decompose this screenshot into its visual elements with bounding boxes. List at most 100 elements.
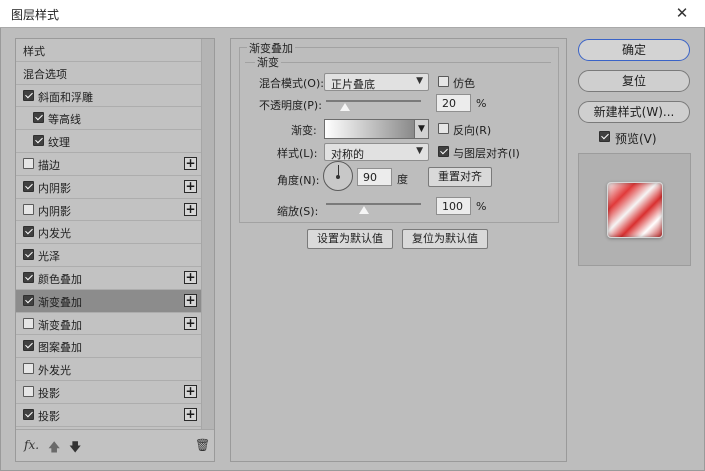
style-enable-checkbox[interactable] [33,135,44,147]
gradient-swatch[interactable] [324,119,415,139]
gradient-label: 渐变: [291,124,317,137]
angle-unit: 度 [397,173,408,186]
style-select[interactable]: 对称的 ▼ [324,143,429,161]
group-divider [245,62,551,63]
set-default-button[interactable]: 设置为默认值 [307,229,393,249]
style-list-item[interactable]: 样式 [16,39,202,62]
blend-mode-label: 混合模式(O): [259,77,324,90]
preview-checkbox[interactable] [599,131,610,142]
add-instance-icon[interactable]: + [184,385,197,398]
style-enable-checkbox[interactable] [33,112,44,124]
dialog-body: 样式 混合选项 斜面和浮雕 等高线 纹理 描边 + 内阴影 + 内阴影 + 内发光 光泽 颜色叠加 + 渐变叠… [0,28,705,471]
angle-center-dot [336,175,340,179]
add-instance-icon[interactable]: + [184,316,197,330]
style-list-item-label: 颜色叠加 [38,273,82,286]
scale-slider[interactable] [326,202,421,215]
style-enable-checkbox[interactable] [23,340,34,352]
style-list-item[interactable]: 纹理 [16,130,202,153]
scale-label: 缩放(S): [277,205,319,218]
style-list-item[interactable]: 等高线 [16,107,202,131]
add-instance-icon[interactable]: + [184,179,197,193]
style-list-item[interactable]: 混合选项 [16,62,202,85]
reset-default-button[interactable]: 复位为默认值 [402,229,488,249]
blend-mode-select[interactable]: 正片叠底 ▼ [324,73,429,91]
fx-icon[interactable]: fx. [24,438,39,452]
dither-checkbox[interactable] [438,76,449,87]
style-enable-checkbox[interactable] [23,89,34,101]
align-with-layer-checkbox[interactable] [438,146,449,157]
style-list-item[interactable]: 斜面和浮雕 [16,85,202,108]
style-list-item[interactable]: 图案叠加 [16,335,202,359]
trash-icon[interactable]: 🗑 [195,438,210,452]
style-enable-checkbox[interactable] [23,180,34,192]
style-enable-checkbox[interactable] [23,317,34,329]
scale-input[interactable]: 100 [436,197,471,215]
style-enable-checkbox[interactable] [23,203,34,215]
opacity-input[interactable]: 20 [436,94,471,112]
preview-label: 预览(V) [615,132,657,146]
style-list-item[interactable]: 投影 + [16,381,202,404]
add-instance-icon[interactable]: + [184,271,197,284]
window-title: 图层样式 [11,8,60,22]
style-list-item-label: 混合选项 [23,67,67,81]
style-label: 样式(L): [277,147,318,160]
style-enable-checkbox[interactable] [23,158,34,169]
preview-thumbnail [607,182,663,238]
gradient-picker-chevron-icon[interactable]: ▼ [415,119,429,139]
move-up-icon[interactable]: 🡅 [48,438,60,459]
style-list-item-label: 图案叠加 [38,341,82,355]
chevron-down-icon: ▼ [416,76,423,86]
reset-button[interactable]: 复位 [578,70,690,92]
style-list-item[interactable]: 外发光 [16,358,202,381]
style-list-panel: 样式 混合选项 斜面和浮雕 等高线 纹理 描边 + 内阴影 + 内阴影 + 内发光 光泽 颜色叠加 + 渐变叠… [15,38,215,462]
reset-alignment-button[interactable]: 重置对齐 [428,167,492,187]
title-bar: 图层样式 ✕ [0,0,705,28]
style-enable-checkbox[interactable] [23,226,34,238]
reverse-label: 反向(R) [453,124,492,137]
style-enable-checkbox[interactable] [23,249,34,261]
style-list-item[interactable]: 渐变叠加 + [16,313,202,336]
style-list-item-label: 样式 [23,45,45,58]
blend-mode-value: 正片叠底 [331,78,375,91]
scrollbar[interactable] [201,39,214,429]
style-list-item[interactable]: 颜色叠加 + [16,267,202,290]
angle-dial[interactable] [323,161,353,191]
move-down-icon[interactable]: 🡇 [69,438,81,459]
reverse-checkbox[interactable] [438,123,449,134]
style-list-item[interactable]: 内发光 [16,221,202,245]
style-enable-checkbox[interactable] [23,294,34,306]
ok-button[interactable]: 确定 [578,39,690,61]
style-enable-checkbox[interactable] [23,386,34,397]
style-list-item[interactable]: 投影 + [16,404,202,427]
style-list-item-label: 投影 [38,409,60,423]
angle-label: 角度(N): [277,174,320,187]
style-list-item[interactable]: 渐变叠加 + [16,289,202,313]
style-enable-checkbox[interactable] [23,363,34,375]
style-list-item[interactable]: 描边 + [16,153,202,176]
style-list-item-label: 内发光 [38,227,71,241]
style-list-item-label: 投影 [38,387,60,400]
add-instance-icon[interactable]: + [184,157,197,170]
scale-unit: % [476,200,487,213]
style-list-item[interactable]: 光泽 [16,244,202,267]
style-list-item[interactable]: 内阴影 + [16,176,202,199]
add-instance-icon[interactable]: + [184,407,197,421]
style-list-item[interactable]: 内阴影 + [16,199,202,222]
slider-thumb[interactable] [339,102,351,112]
style-value: 对称的 [331,148,364,161]
style-list-item-label: 等高线 [48,113,81,127]
new-style-button[interactable]: 新建样式(W)... [578,101,690,123]
slider-thumb[interactable] [358,205,370,215]
style-list-toolbar: fx. 🡅 🡇 🗑 [16,429,214,461]
dither-label: 仿色 [453,77,475,90]
style-list-item-label: 斜面和浮雕 [38,90,93,104]
close-icon[interactable]: ✕ [659,0,705,28]
angle-input[interactable]: 90 [357,168,392,186]
style-list-item-label: 渐变叠加 [38,318,82,332]
style-enable-checkbox[interactable] [23,408,34,420]
opacity-slider[interactable] [326,99,421,112]
style-list-item-label: 外发光 [38,364,71,378]
add-instance-icon[interactable]: + [184,293,197,307]
style-enable-checkbox[interactable] [23,272,34,283]
add-instance-icon[interactable]: + [184,202,197,216]
